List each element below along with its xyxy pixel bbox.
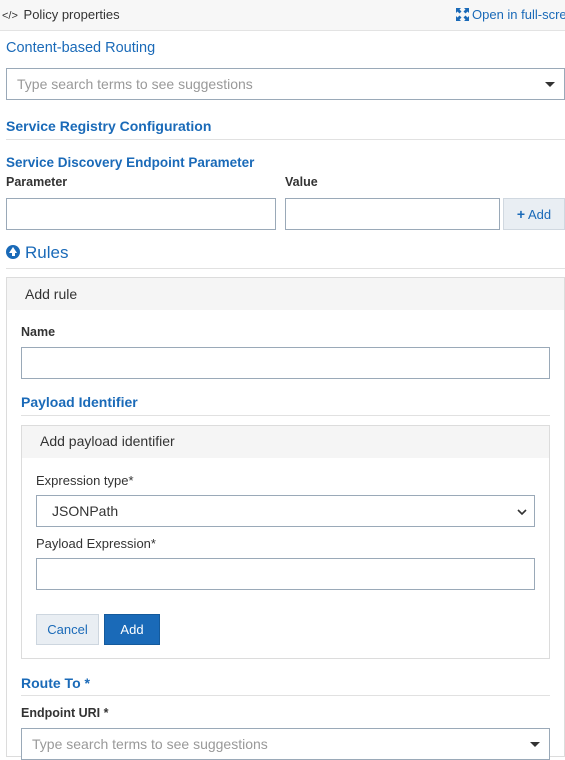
add-rule-title: Add rule (25, 286, 78, 302)
divider (21, 695, 550, 696)
plus-icon: + (516, 206, 526, 222)
content-routing-combobox[interactable] (6, 68, 565, 100)
arrow-up-circle-icon (6, 245, 20, 259)
service-discovery-heading: Service Discovery Endpoint Parameter (6, 155, 255, 170)
endpoint-uri-label: Endpoint URI * (21, 706, 109, 720)
chevron-down-icon[interactable] (535, 68, 565, 100)
expand-icon (456, 8, 469, 21)
policy-properties-title: Policy properties (23, 7, 120, 22)
payload-expression-label: Payload Expression* (36, 536, 156, 551)
value-input[interactable] (285, 198, 500, 230)
endpoint-uri-search-input[interactable] (21, 728, 521, 760)
divider (21, 415, 550, 416)
code-icon: </> (2, 10, 18, 22)
add-payload-identifier-title: Add payload identifier (40, 433, 175, 449)
policy-properties-header: </> Policy properties Open in full-scre (0, 0, 565, 31)
parameter-label: Parameter (6, 175, 68, 189)
expression-type-value: JSONPath (52, 503, 119, 519)
rule-name-input[interactable] (21, 347, 550, 379)
add-parameter-label: Add (527, 207, 552, 222)
rules-heading: Rules (25, 243, 69, 262)
add-payload-button[interactable]: Add (104, 614, 160, 645)
add-payload-identifier-header: Add payload identifier (22, 426, 549, 458)
payload-expression-input[interactable] (36, 558, 535, 590)
cancel-button[interactable]: Cancel (36, 614, 99, 645)
open-fullscreen-label: Open in full-scre (472, 7, 565, 22)
policy-properties-title-wrap: </> Policy properties (2, 7, 120, 22)
route-to-heading: Route To * (21, 675, 90, 691)
service-registry-heading: Service Registry Configuration (6, 118, 212, 134)
value-label: Value (285, 175, 318, 189)
chevron-down-icon (516, 499, 528, 529)
divider (6, 139, 565, 140)
open-fullscreen-link[interactable]: Open in full-scre (456, 7, 565, 22)
chevron-down-icon[interactable] (520, 728, 550, 760)
rules-toggle[interactable]: Rules (6, 243, 68, 263)
parameter-input[interactable] (6, 198, 276, 230)
payload-identifier-heading: Payload Identifier (21, 394, 138, 410)
content-routing-heading: Content-based Routing (6, 40, 156, 56)
expression-type-select[interactable]: JSONPath (36, 495, 535, 527)
expression-type-label: Expression type* (36, 473, 134, 488)
rule-name-label: Name (21, 325, 56, 339)
add-parameter-button[interactable]: + Add (503, 198, 565, 230)
endpoint-uri-combobox[interactable] (21, 728, 550, 760)
content-routing-search-input[interactable] (6, 68, 536, 100)
add-rule-panel-header: Add rule (7, 278, 564, 310)
divider (6, 268, 565, 269)
